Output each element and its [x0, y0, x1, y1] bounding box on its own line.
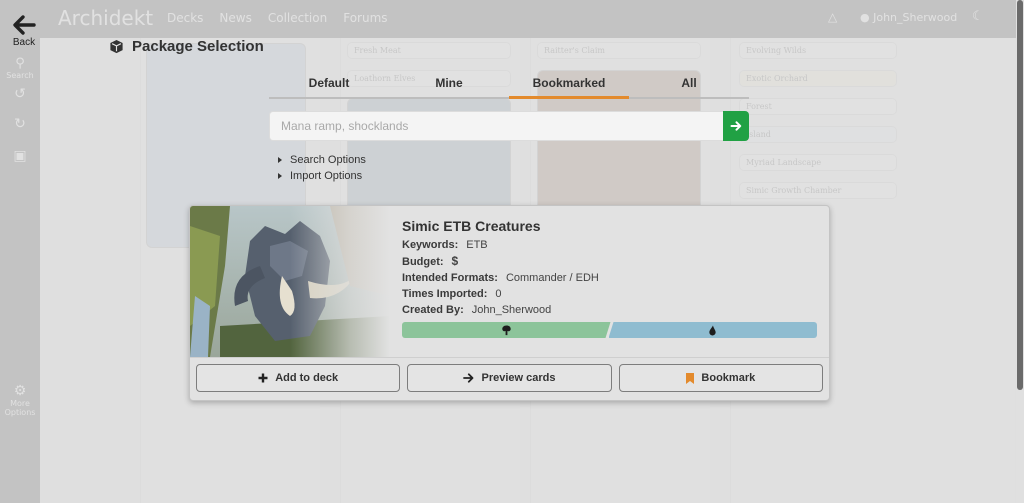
arrow-right-icon	[463, 373, 474, 383]
field-value: Commander / EDH	[505, 272, 599, 284]
add-to-deck-button[interactable]: Add to deck	[196, 364, 401, 392]
bookmark-icon	[686, 372, 695, 384]
cube-icon	[110, 39, 123, 54]
search-submit-button[interactable]	[723, 111, 749, 141]
tab-default[interactable]: Default	[269, 68, 389, 97]
arrow-right-icon	[730, 121, 742, 131]
plus-icon	[258, 373, 268, 383]
package-budget: Budget: $	[402, 253, 599, 270]
field-label: Created By:	[402, 304, 464, 316]
tab-mine[interactable]: Mine	[389, 68, 509, 97]
package-name: Simic ETB Creatures	[402, 218, 541, 234]
arrow-left-icon	[13, 15, 36, 35]
package-actions: Add to deck Preview cards Bookmark	[196, 364, 823, 392]
color-segment-green	[402, 322, 611, 338]
water-drop-icon	[709, 325, 716, 335]
package-card: Simic ETB Creatures Keywords: ETB Budget:…	[189, 205, 830, 401]
field-value: 0	[495, 288, 502, 300]
caret-right-icon	[278, 173, 282, 179]
tree-icon	[501, 325, 512, 336]
package-tabs: Default Mine Bookmarked All	[269, 68, 749, 99]
tab-bookmarked[interactable]: Bookmarked	[509, 68, 629, 99]
package-info: Simic ETB Creatures Keywords: ETB Budget:…	[402, 218, 599, 318]
scrollbar-thumb[interactable]	[1017, 0, 1023, 390]
preview-cards-button[interactable]: Preview cards	[407, 364, 612, 392]
caret-right-icon	[278, 157, 282, 163]
field-label: Times Imported:	[402, 288, 488, 300]
search-options-label: Search Options	[290, 154, 366, 166]
package-formats: Intended Formats: Commander / EDH	[402, 270, 599, 286]
add-to-deck-label: Add to deck	[275, 372, 339, 384]
field-label: Budget:	[402, 256, 444, 268]
search-options-toggle[interactable]: Search Options	[278, 152, 366, 168]
card-divider	[190, 357, 829, 358]
bookmark-button[interactable]: Bookmark	[618, 364, 823, 392]
color-identity-bar	[402, 322, 817, 338]
bookmark-label: Bookmark	[701, 372, 756, 384]
package-art-image	[190, 206, 390, 357]
field-label: Keywords:	[402, 239, 459, 251]
package-keywords: Keywords: ETB	[402, 237, 599, 253]
preview-cards-label: Preview cards	[481, 372, 556, 384]
package-search-input[interactable]	[269, 111, 723, 141]
modal-title: Package Selection	[109, 38, 264, 55]
import-options-label: Import Options	[290, 170, 363, 182]
color-segment-blue	[608, 322, 817, 338]
tab-all[interactable]: All	[629, 68, 749, 97]
field-value: ETB	[466, 239, 488, 251]
import-options-toggle[interactable]: Import Options	[278, 168, 366, 184]
back-button[interactable]: Back	[10, 13, 38, 48]
field-value: John_Sherwood	[471, 304, 552, 316]
package-created-by: Created By: John_Sherwood	[402, 302, 599, 318]
options-list: Search Options Import Options	[278, 152, 366, 184]
field-label: Intended Formats:	[402, 272, 498, 284]
back-label: Back	[12, 37, 36, 48]
package-search	[269, 111, 749, 141]
field-value: $	[451, 254, 459, 268]
package-times-imported: Times Imported: 0	[402, 286, 599, 302]
modal-title-text: Package Selection	[132, 38, 264, 55]
